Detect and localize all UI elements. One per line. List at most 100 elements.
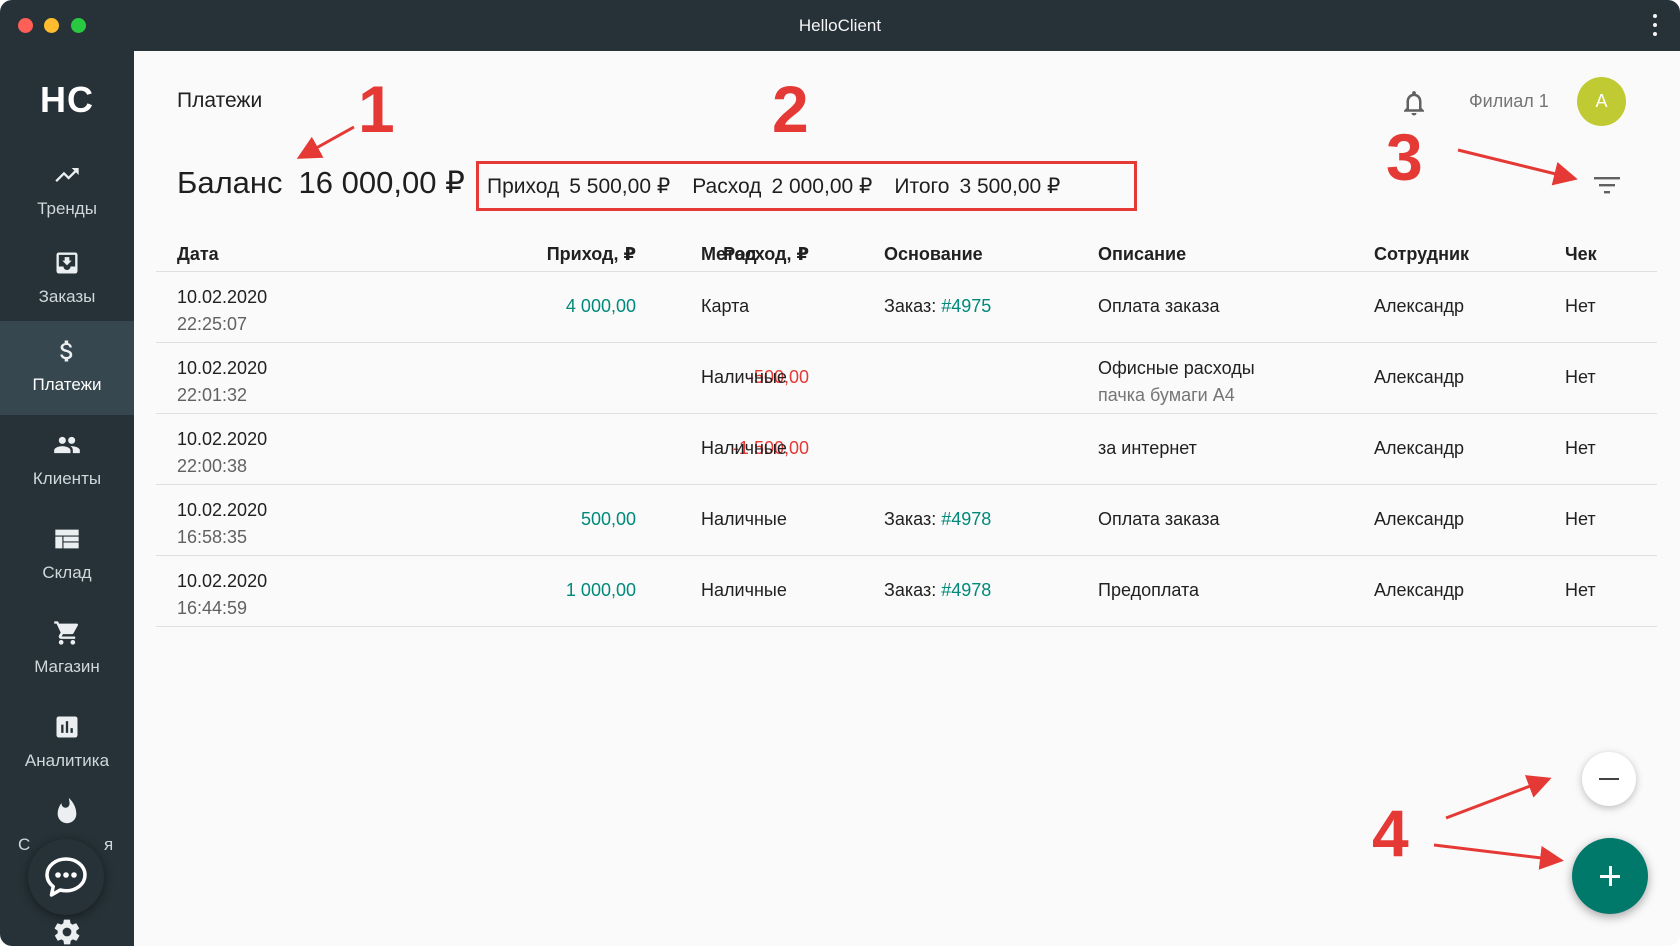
balance-label: Баланс [177,165,283,200]
app-logo[interactable]: HC [0,79,134,121]
cell-description: за интернет [1098,438,1197,458]
trending-up-icon [55,168,79,182]
basis-label: Заказ: [884,580,937,600]
table-row[interactable]: 10.02.2020 16:58:35 500,00 Наличные Зака… [156,485,1657,556]
people-icon [54,436,80,454]
fire-icon [57,797,77,824]
date-text: 10.02.2020 [177,287,268,307]
sidebar-item-payments[interactable]: Платежи [0,321,134,415]
main-content: Платежи Филиал 1 А Баланс 16 000,00 ₽ При… [134,51,1680,946]
table-row[interactable]: 10.02.2020 22:00:38 -1 500,00 Наличные з… [156,414,1657,485]
sidebar-item-warehouse[interactable]: Склад [0,509,134,603]
sidebar-item-label: Склад [42,563,92,582]
branch-selector[interactable]: Филиал 1 [1469,91,1549,112]
time-text: 22:00:38 [177,456,248,476]
summary-total-value: 3 500,00 ₽ [959,174,1061,198]
app-window: HelloClient HC Тренды Заказы Платежи Кли… [0,0,1680,946]
sidebar-item-clients[interactable]: Клиенты [0,415,134,509]
cell-date: 10.02.2020 22:01:32 [177,355,267,409]
sidebar-item-trends[interactable]: Тренды [0,145,134,239]
column-header-description[interactable]: Описание [1098,244,1186,265]
sidebar-item-label: Магазин [34,657,100,676]
summary-expense: Расход 2 000,00 ₽ [692,174,872,199]
cell-check: Нет [1565,580,1596,600]
summary-income: Приход 5 500,00 ₽ [487,174,670,199]
cell-date: 10.02.2020 22:25:07 [177,284,267,338]
cell-staff: Александр [1374,367,1465,387]
basis-label: Заказ: [884,509,937,529]
balance: Баланс 16 000,00 ₽ [177,165,465,201]
summary-income-value: 5 500,00 ₽ [569,174,671,198]
avatar[interactable]: А [1577,77,1626,126]
basis-label: Заказ: [884,296,937,316]
column-header-income[interactable]: Приход, ₽ [547,244,636,265]
cell-method: Наличные [701,580,787,600]
add-income-button[interactable] [1572,838,1648,914]
cell-staff: Александр [1374,509,1465,529]
column-header-staff[interactable]: Сотрудник [1374,244,1469,265]
filter-icon[interactable] [1594,175,1620,195]
table-row[interactable]: 10.02.2020 22:01:32 -500,00 Наличные Офи… [156,343,1657,414]
more-vert-icon[interactable] [1652,14,1658,36]
sidebar-item-analytics[interactable]: Аналитика [0,697,134,791]
payments-table: Дата Приход, ₽ Расход, ₽ Метод Основание… [156,236,1657,627]
sidebar: HC Тренды Заказы Платежи Клиенты Склад М… [0,51,134,946]
chat-support-button[interactable] [28,839,104,915]
order-link[interactable]: #4978 [941,509,991,529]
summary-income-label: Приход [487,174,560,198]
sidebar-item-label: Клиенты [32,469,102,488]
cell-check: Нет [1565,438,1596,458]
cell-description: Офисные расходы пачка бумаги А4 [1098,355,1255,409]
summary-expense-value: 2 000,00 ₽ [771,174,873,198]
sidebar-item-label: Аналитика [24,751,110,770]
time-text: 16:44:59 [177,598,248,618]
annotation-label-1: 1 [358,72,395,146]
column-header-date[interactable]: Дата [177,244,219,265]
cell-description: Оплата заказа [1098,296,1220,316]
payments-summary: Приход 5 500,00 ₽ Расход 2 000,00 ₽ Итого 3… [476,161,1137,211]
bar-chart-icon [56,716,78,738]
order-link[interactable]: #4975 [941,296,991,316]
column-header-method[interactable]: Метод [701,244,757,265]
sidebar-item-label: Заказы [38,287,96,306]
table-header: Дата Приход, ₽ Расход, ₽ Метод Основание… [156,236,1657,272]
dollar-icon [60,340,73,362]
sidebar-item-shop[interactable]: Магазин [0,603,134,697]
column-header-basis[interactable]: Основание [884,244,983,265]
date-text: 10.02.2020 [177,358,268,378]
annotation-label-3: 3 [1386,120,1423,194]
cell-basis: Заказ: #4978 [884,580,991,601]
cell-check: Нет [1565,296,1596,316]
table-row[interactable]: 10.02.2020 22:25:07 4 000,00 Карта Заказ… [156,272,1657,343]
window-title: HelloClient [798,16,882,35]
cell-description: Оплата заказа [1098,509,1220,529]
summary-expense-label: Расход [692,174,762,198]
page-title: Платежи [177,89,263,112]
time-text: 22:01:32 [177,385,248,405]
add-expense-button[interactable] [1582,752,1636,806]
cell-staff: Александр [1374,580,1465,600]
warehouse-icon [55,529,79,549]
cell-method: Наличные [701,438,787,458]
table-row[interactable]: 10.02.2020 16:44:59 1 000,00 Наличные За… [156,556,1657,627]
column-header-check[interactable]: Чек [1565,244,1597,265]
balance-value: 16 000,00 ₽ [298,165,465,200]
cell-income: 1 000,00 [565,580,636,600]
chat-bubble-icon [45,857,87,897]
cell-income: 4 000,00 [565,296,636,316]
summary-total-label: Итого [894,174,950,198]
cell-check: Нет [1565,367,1596,387]
sidebar-item-label: Тренды [37,199,97,218]
cell-method: Карта [701,296,750,316]
sidebar-item-orders[interactable]: Заказы [0,233,134,327]
date-text: 10.02.2020 [177,500,268,520]
date-text: 10.02.2020 [177,571,268,591]
annotation-label-4: 4 [1372,796,1409,870]
title-bar: HelloClient [0,0,1680,51]
gear-icon[interactable] [52,917,82,946]
description-text: Офисные расходы [1098,358,1255,378]
cell-check: Нет [1565,509,1596,529]
notification-bell-icon[interactable] [1399,87,1429,119]
cell-staff: Александр [1374,438,1465,458]
order-link[interactable]: #4978 [941,580,991,600]
